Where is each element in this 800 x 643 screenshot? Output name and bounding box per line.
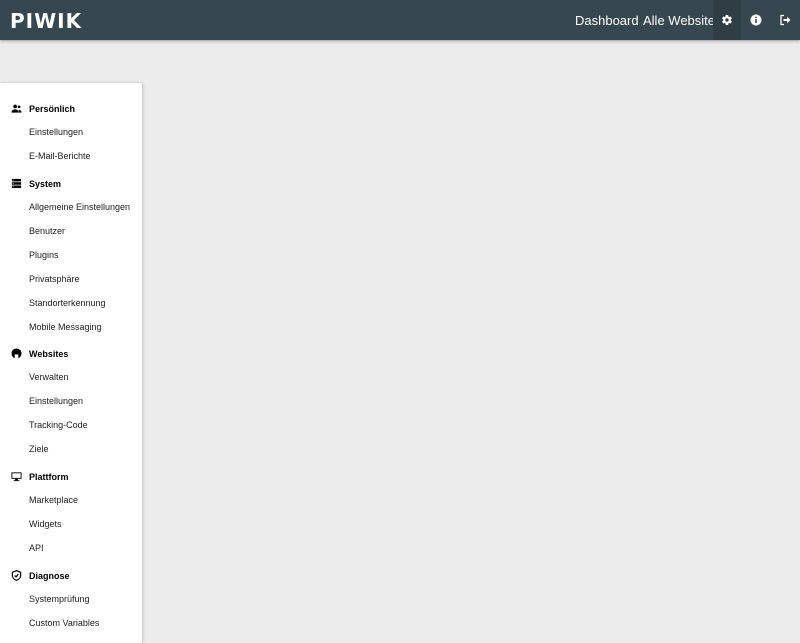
help-button[interactable] [742, 0, 770, 40]
menu-section-personal: Persönlich [0, 99, 142, 119]
sidebar-item-api[interactable]: API [29, 539, 139, 557]
shield-icon [11, 570, 22, 581]
menu-section-header: Websites [0, 344, 142, 364]
dashboard-link[interactable]: Dashboard [575, 0, 639, 40]
sidebar-item-custom-variables[interactable]: Custom Variables [29, 614, 139, 632]
sidebar-item-goals[interactable]: Ziele [29, 440, 139, 458]
info-icon [750, 14, 762, 26]
sidebar-item-system-check[interactable]: Systemprüfung [29, 590, 139, 608]
sidebar-item-email-reports[interactable]: E-Mail-Berichte [29, 147, 139, 165]
menu-section-header: Diagnose [0, 566, 142, 586]
menu-section-platform: Plattform [0, 467, 142, 487]
sidebar-item-geolocation[interactable]: Standorterkennung [29, 294, 139, 312]
sidebar-item-users[interactable]: Benutzer [29, 222, 139, 240]
section-title-websites: Websites [29, 349, 69, 359]
logout-button[interactable] [771, 0, 799, 40]
logout-icon [780, 14, 791, 26]
sidebar-item-marketplace[interactable]: Marketplace [29, 491, 139, 509]
menu-section-header: System [0, 174, 142, 194]
sidebar-item-mobile-messaging[interactable]: Mobile Messaging [29, 318, 139, 336]
administration-button[interactable] [713, 0, 741, 40]
menu-section-header: Persönlich [0, 99, 142, 119]
server-icon [11, 178, 22, 189]
menu-section-diagnostics: Diagnose [0, 566, 142, 586]
main-content-area [142, 40, 800, 625]
sidebar-item-tracking-code[interactable]: Tracking-Code [29, 416, 139, 434]
section-title-diagnostics: Diagnose [29, 571, 70, 581]
all-websites-link[interactable]: Alle Websites [643, 0, 722, 40]
menu-section-header: Plattform [0, 467, 142, 487]
sidebar-item-website-settings[interactable]: Einstellungen [29, 392, 139, 410]
sidebar-item-widgets[interactable]: Widgets [29, 515, 139, 533]
menu-section-system: System [0, 174, 142, 194]
top-navigation-bar: PIWIK Dashboard Alle Websites [0, 0, 800, 40]
sidebar-item-plugins[interactable]: Plugins [29, 246, 139, 264]
section-title-platform: Plattform [29, 472, 69, 482]
sidebar-item-privacy[interactable]: Privatsphäre [29, 270, 139, 288]
users-icon [11, 103, 22, 114]
sidebar-item-general-settings[interactable]: Allgemeine Einstellungen [29, 198, 139, 216]
section-title-personal: Persönlich [29, 104, 76, 114]
globe-icon [11, 348, 22, 359]
section-title-system: System [29, 179, 62, 189]
menu-section-websites: Websites [0, 344, 142, 364]
admin-sidebar-menu: Persönlich Einstellungen E-Mail-Berichte… [0, 83, 142, 643]
piwik-logo[interactable]: PIWIK [10, 9, 82, 33]
gear-icon [722, 15, 732, 26]
monitor-icon [11, 471, 22, 482]
sidebar-item-personal-settings[interactable]: Einstellungen [29, 123, 139, 141]
sidebar-item-manage-websites[interactable]: Verwalten [29, 368, 139, 386]
